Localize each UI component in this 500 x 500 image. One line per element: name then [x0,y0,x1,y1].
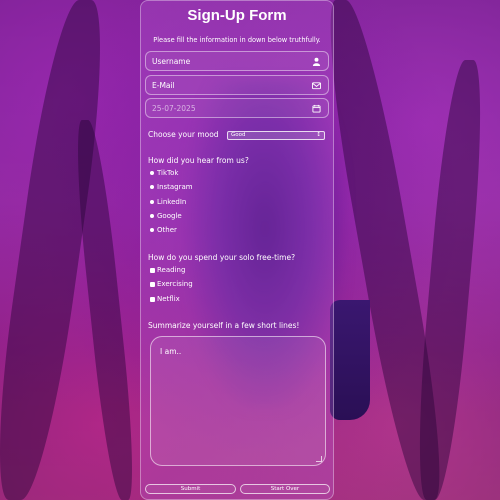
form-title: Sign-Up Form [187,7,287,24]
option-label: Reading [157,266,186,274]
mood-selected: Good [231,132,246,138]
option-label: Google [157,212,182,220]
hear-option[interactable]: Instagram [150,183,193,191]
radio-button[interactable] [150,185,154,189]
option-label: Exercising [157,280,193,288]
chevron-down-icon: ↕ [316,132,321,138]
summary-value: I am.. [160,347,182,356]
start-over-button[interactable]: Start Over [240,484,330,494]
checkbox[interactable] [150,296,155,302]
summary-label: Summarize yourself in a few short lines! [148,321,300,330]
user-icon [312,57,321,66]
option-label: LinkedIn [157,198,187,206]
radio-button[interactable] [150,200,154,204]
option-label: Netflix [157,295,180,303]
checkbox[interactable] [150,267,155,273]
radio-button[interactable] [150,214,154,218]
submit-button[interactable]: Submit [145,484,236,494]
hear-label: How did you hear from us? [148,156,249,165]
username-placeholder: Username [152,56,191,66]
username-field[interactable]: Username [145,51,329,71]
resize-handle-icon[interactable] [316,456,322,462]
hear-option[interactable]: TikTok [150,169,178,177]
hear-option[interactable]: LinkedIn [150,198,186,206]
option-label: Other [157,226,177,234]
mail-icon [312,82,321,90]
option-label: Instagram [157,183,193,191]
freetime-option[interactable]: Netflix [150,295,180,303]
radio-button[interactable] [150,228,154,232]
mood-select[interactable]: Good ↕ [227,131,325,140]
hear-option[interactable]: Google [150,212,182,220]
freetime-option[interactable]: Exercising [150,280,193,288]
signup-form: Sign-Up Form Please fill the information… [140,0,334,500]
freetime-option[interactable]: Reading [150,266,185,274]
checkbox[interactable] [150,281,155,287]
date-field[interactable]: 25-07-2025 [145,98,329,118]
mood-label: Choose your mood [148,130,219,139]
email-field[interactable]: E-Mail [145,75,329,95]
freetime-label: How do you spend your solo free-time? [148,253,296,262]
email-placeholder: E-Mail [152,80,175,90]
date-value: 25-07-2025 [152,103,196,113]
radio-button[interactable] [150,171,154,175]
summary-textarea[interactable]: I am.. [150,336,326,466]
hear-option[interactable]: Other [150,226,177,234]
option-label: TikTok [157,169,179,177]
calendar-icon[interactable] [312,104,321,113]
form-subtitle: Please fill the information in down belo… [153,36,321,44]
